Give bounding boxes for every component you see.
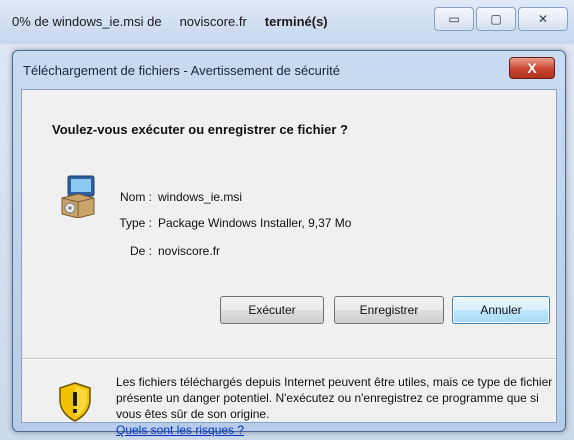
file-type-value: Package Windows Installer, 9,37 Mo	[158, 216, 352, 230]
progress-status-text: terminé(s)	[264, 13, 328, 29]
warning-message: Les fichiers téléchargés depuis Internet…	[116, 375, 553, 421]
cancel-button[interactable]: Annuler	[452, 296, 550, 324]
progress-window-title: 0% de windows_ie.msi de noviscore.fr ter…	[12, 4, 424, 38]
dialog-title: Téléchargement de fichiers - Avertisseme…	[23, 62, 340, 78]
dialog-titlebar[interactable]: Téléchargement de fichiers - Avertisseme…	[13, 51, 565, 89]
close-icon: ✕	[537, 12, 549, 26]
file-type-row: Type : Package Windows Installer, 9,37 Mo	[92, 216, 351, 230]
file-source-value: noviscore.fr	[158, 244, 221, 258]
minimize-icon: ▭	[448, 12, 460, 26]
file-source-row: De : noviscore.fr	[92, 244, 220, 258]
window-controls: ▭ ▢ ✕	[434, 7, 568, 31]
progress-window-titlebar[interactable]: 0% de windows_ie.msi de noviscore.fr ter…	[0, 0, 574, 44]
close-button[interactable]: ✕	[518, 7, 568, 31]
file-name-label: Nom :	[119, 190, 152, 204]
security-warning-dialog: Téléchargement de fichiers - Avertisseme…	[12, 50, 566, 437]
minimize-button[interactable]: ▭	[434, 7, 474, 31]
file-source-label: De :	[129, 244, 152, 258]
progress-percent-text: 0% de windows_ie.msi de	[12, 13, 162, 29]
maximize-icon: ▢	[490, 12, 502, 26]
close-icon: X	[527, 60, 537, 76]
dialog-close-button[interactable]: X	[509, 57, 555, 79]
dialog-question: Voulez-vous exécuter ou enregistrer ce f…	[52, 122, 348, 137]
file-name-value: windows_ie.msi	[158, 190, 243, 204]
dialog-body: Voulez-vous exécuter ou enregistrer ce f…	[21, 89, 557, 437]
progress-host-text: noviscore.fr	[179, 13, 247, 29]
shield-warning-icon	[59, 382, 91, 422]
risks-link[interactable]: Quels sont les risques ?	[116, 422, 244, 438]
save-button[interactable]: Enregistrer	[334, 296, 444, 324]
maximize-button[interactable]: ▢	[476, 7, 516, 31]
file-type-label: Type :	[119, 216, 152, 230]
section-divider	[22, 358, 556, 360]
run-button[interactable]: Exécuter	[220, 296, 324, 324]
security-warning-text: Les fichiers téléchargés depuis Internet…	[116, 374, 556, 438]
file-name-row: Nom : windows_ie.msi	[92, 190, 242, 204]
